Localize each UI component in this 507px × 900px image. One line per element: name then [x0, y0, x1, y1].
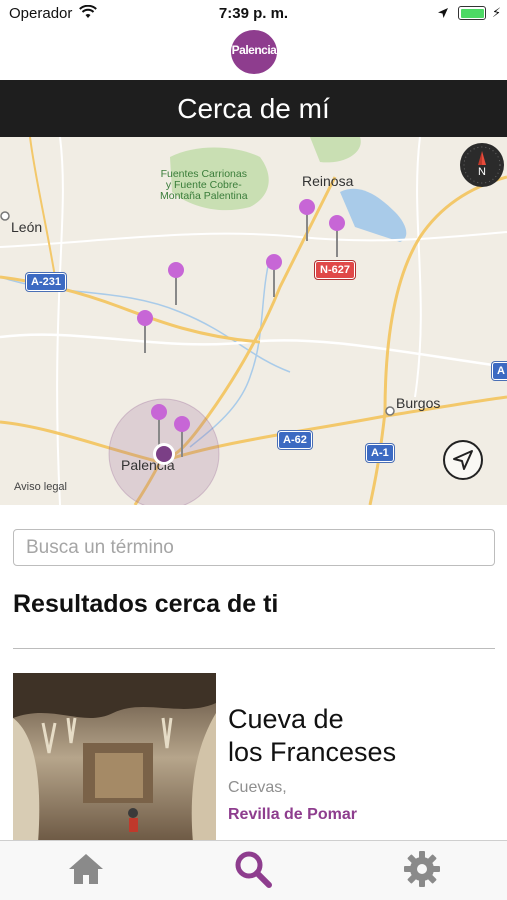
map-pins-layer	[137, 199, 345, 465]
map-pin[interactable]	[174, 416, 190, 457]
logo-text: Palencia	[231, 43, 277, 57]
tab-search[interactable]	[231, 847, 275, 891]
search-input[interactable]	[13, 529, 495, 566]
app-header: Palencia	[0, 28, 507, 78]
result-photo	[13, 673, 216, 843]
tab-home[interactable]	[64, 847, 108, 891]
location-arrow-icon	[437, 6, 449, 23]
divider	[13, 648, 495, 649]
tab-settings[interactable]	[400, 847, 444, 891]
map-view[interactable]: Fuentes Carrionas y Fuente Cobre- Montañ…	[0, 137, 507, 505]
result-name-line-2: los Franceses	[228, 737, 397, 767]
settings-gear-icon	[404, 851, 440, 887]
status-bar: Operador 7:39 p. m. ⚡	[0, 0, 507, 28]
charging-bolt-icon: ⚡	[492, 5, 502, 20]
page-title: Cerca de mí	[0, 80, 507, 137]
status-time: 7:39 p. m.	[218, 5, 289, 22]
home-icon	[69, 854, 103, 884]
palencia-logo: Palencia	[231, 30, 277, 74]
search-icon	[235, 851, 272, 888]
locate-me-icon[interactable]	[443, 440, 483, 480]
result-category: Cuevas,	[228, 779, 287, 796]
result-name-line-1: Cueva de	[228, 704, 344, 734]
svg-text:N: N	[478, 166, 486, 178]
map-pin[interactable]	[168, 262, 184, 305]
result-card[interactable]: Cueva de los Franceses Cuevas, Revilla d…	[13, 673, 495, 843]
results-heading: Resultados cerca de ti	[13, 590, 279, 618]
result-name: Cueva de los Franceses	[228, 703, 488, 769]
map-pin[interactable]	[329, 215, 345, 257]
map-pin[interactable]	[137, 310, 153, 353]
map-pin[interactable]	[299, 199, 315, 241]
battery-icon	[458, 6, 486, 20]
map-pin[interactable]	[151, 404, 167, 447]
result-town[interactable]: Revilla de Pomar	[228, 806, 357, 824]
compass-icon[interactable]: N	[460, 143, 504, 187]
user-location-dot	[153, 443, 175, 465]
tab-bar	[0, 840, 507, 900]
map-legal-link[interactable]: Aviso legal	[14, 481, 67, 493]
map-pin[interactable]	[266, 254, 282, 297]
